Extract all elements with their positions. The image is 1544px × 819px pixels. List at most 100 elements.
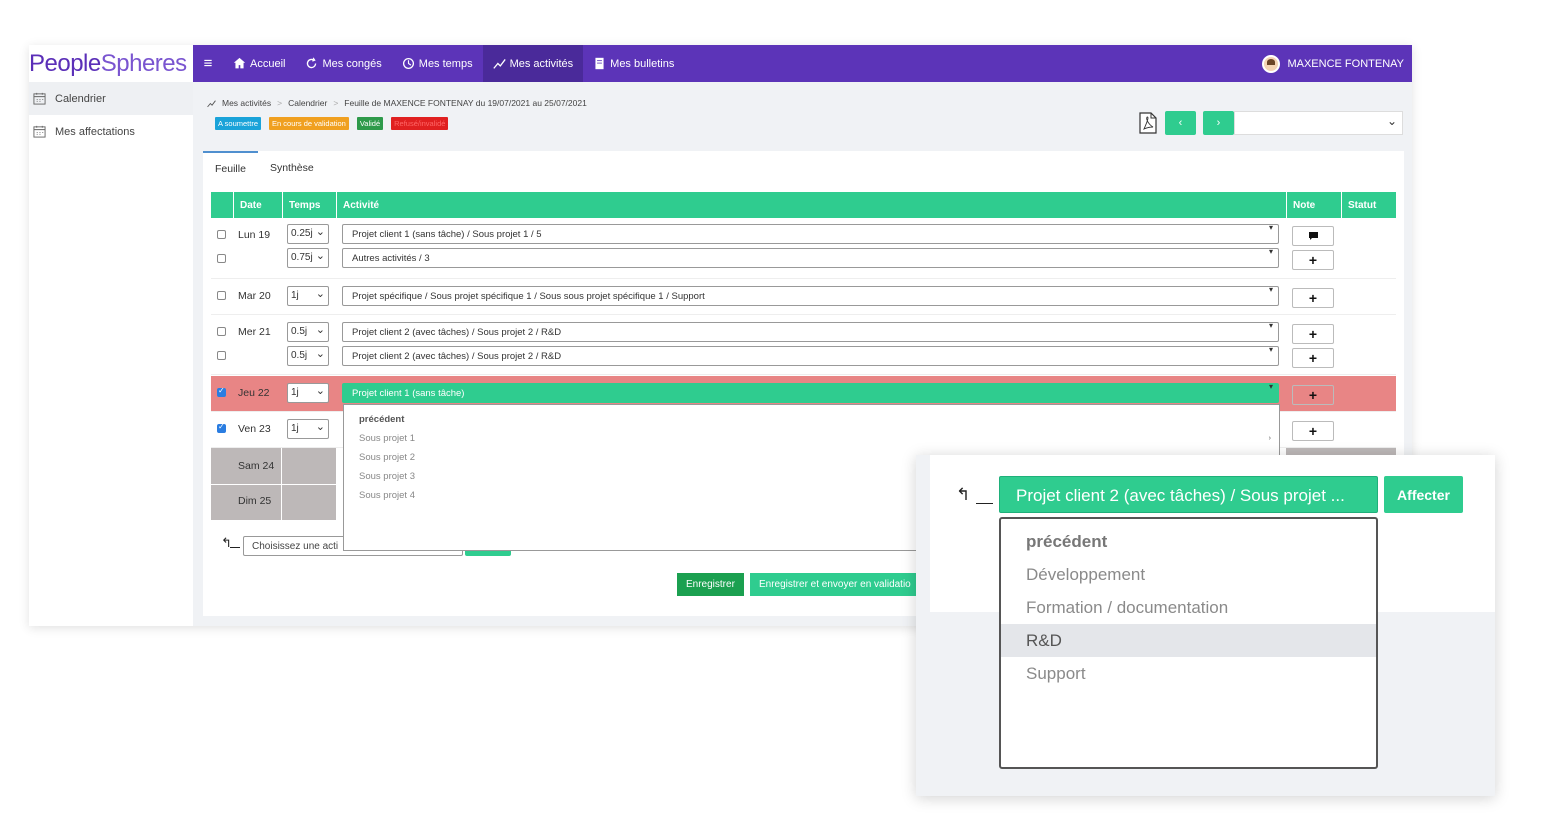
add-note-button[interactable]: +	[1292, 250, 1334, 270]
time-select[interactable]: 0.25j	[287, 224, 329, 244]
week-select[interactable]	[1234, 111, 1403, 135]
column-date: Date	[233, 192, 282, 218]
return-arrow-icon[interactable]: ↰	[956, 485, 970, 505]
day-label: Dim 25	[238, 495, 272, 507]
affecter-button[interactable]: Affecter	[1384, 476, 1463, 513]
nav-mes-activites[interactable]: Mes activités	[482, 45, 584, 82]
save-button[interactable]: Enregistrer	[677, 573, 744, 596]
breadcrumb-current: Feuille de MAXENCE FONTENAY du 19/07/202…	[344, 98, 587, 108]
activity-select[interactable]: Projet spécifique / Sous projet spécifiq…	[342, 286, 1279, 306]
previous-week-button[interactable]: ‹	[1165, 111, 1196, 135]
day-label: Jeu 22	[238, 387, 270, 399]
status-badge: A soumettre	[215, 117, 262, 130]
time-select[interactable]: 1j	[287, 383, 329, 403]
chart-line-icon	[207, 99, 216, 107]
breadcrumb-activites[interactable]: Mes activités	[222, 98, 271, 108]
time-select[interactable]: 0.5j	[287, 322, 329, 342]
plus-icon: +	[1308, 350, 1318, 366]
breadcrumb-calendrier[interactable]: Calendrier	[288, 98, 327, 108]
add-note-button[interactable]: +	[1292, 324, 1334, 344]
chevron-right-icon: ›	[1268, 435, 1271, 442]
day-label: Ven 23	[238, 423, 271, 435]
add-note-button[interactable]: +	[1292, 421, 1334, 441]
return-arrow-icon[interactable]: ↰	[221, 535, 232, 551]
plus-icon: +	[1308, 252, 1318, 268]
time-select[interactable]: 1j	[287, 286, 329, 306]
activity-select[interactable]: Autres activités / 3	[342, 248, 1279, 268]
sidebar-item-calendrier[interactable]: Calendrier	[29, 82, 193, 115]
dropdown-item-highlighted[interactable]: R&D	[1001, 624, 1376, 657]
activity-select[interactable]: Projet client 2 (avec tâches) / Sous pro…	[342, 322, 1279, 342]
plus-icon: +	[1308, 326, 1318, 342]
avatar	[1262, 54, 1281, 73]
user-menu[interactable]: MAXENCE FONTENAY	[1262, 54, 1412, 73]
next-week-button[interactable]: ›	[1203, 111, 1234, 135]
activity-select[interactable]: Projet client 2 (avec tâches) / Sous pro…	[342, 346, 1279, 366]
status-badge: En cours de validation	[269, 117, 349, 130]
status-legend: A soumettre En cours de validation Valid…	[215, 117, 449, 130]
nav-mes-temps[interactable]: Mes temps	[392, 45, 483, 82]
row-checkbox[interactable]	[217, 327, 226, 336]
comment-icon	[1308, 232, 1318, 240]
add-note-button[interactable]: +	[1292, 385, 1334, 405]
dropdown-item[interactable]: Support	[1001, 657, 1376, 690]
row-checkbox[interactable]	[217, 291, 226, 300]
dropdown-item-back[interactable]: précédent	[344, 410, 1279, 429]
row-checkbox[interactable]	[217, 254, 226, 263]
column-activite: Activité	[336, 192, 1286, 218]
activity-select[interactable]: Projet client 1 (sans tâche) / Sous proj…	[342, 224, 1279, 244]
chart-line-icon	[492, 59, 506, 69]
row-checkbox-checked[interactable]	[217, 422, 226, 433]
note-comment-button[interactable]	[1292, 226, 1334, 246]
task-dropdown: précédent Développement Formation / docu…	[999, 517, 1378, 769]
clock-icon	[402, 57, 414, 70]
nav-mes-bulletins[interactable]: Mes bulletins	[583, 45, 684, 82]
top-navbar: ≡ Accueil Mes congés Mes temps Mes activ…	[193, 45, 1412, 82]
dropdown-item[interactable]: Sous projet 1 ›	[344, 429, 1279, 448]
save-and-send-button[interactable]: Enregistrer et envoyer en validatio	[750, 573, 920, 596]
table-header: Date Temps Activité Note Statut	[211, 192, 1396, 218]
dropdown-item[interactable]: Développement	[1001, 558, 1376, 591]
day-label: Sam 24	[238, 460, 275, 472]
calendar-icon	[33, 125, 46, 138]
day-label: Mer 21	[238, 326, 271, 338]
plus-icon: +	[1308, 423, 1318, 439]
breadcrumb: Mes activités > Calendrier > Feuille de …	[207, 98, 587, 108]
row-checkbox[interactable]	[217, 230, 226, 239]
nav-accueil[interactable]: Accueil	[223, 45, 295, 82]
calendar-icon	[33, 92, 46, 105]
row-checkbox-checked[interactable]	[217, 386, 226, 397]
column-statut: Statut	[1341, 192, 1396, 218]
time-select[interactable]: 0.5j	[287, 346, 329, 366]
column-note: Note	[1286, 192, 1341, 218]
day-label: Lun 19	[238, 229, 271, 241]
activity-select-zoomed[interactable]: Projet client 2 (avec tâches) / Sous pro…	[999, 476, 1378, 513]
add-note-button[interactable]: +	[1292, 288, 1334, 308]
tab-synthese[interactable]: Synthèse	[258, 151, 326, 185]
time-select[interactable]: 1j	[287, 419, 329, 439]
time-select[interactable]: 0.75j	[287, 248, 329, 268]
table-row: Lun 19 0.25j Projet client 1 (sans tâche…	[211, 221, 1396, 279]
dropdown-item[interactable]: Formation / documentation	[1001, 591, 1376, 624]
tab-bar: Feuille Synthèse	[203, 151, 326, 185]
pdf-icon[interactable]	[1138, 112, 1158, 134]
menu-icon[interactable]: ≡	[193, 55, 223, 72]
row-checkbox[interactable]	[217, 351, 226, 360]
sidebar-item-mes-affectations[interactable]: Mes affectations	[29, 115, 193, 148]
add-note-button[interactable]: +	[1292, 348, 1334, 368]
nav-mes-conges[interactable]: Mes congés	[295, 45, 391, 82]
refresh-icon	[307, 57, 317, 69]
plus-icon: +	[1308, 387, 1318, 403]
column-temps: Temps	[282, 192, 336, 218]
status-badge: Refusé/invalidé	[391, 117, 449, 130]
table-row: Mer 21 0.5j Projet client 2 (avec tâches…	[211, 315, 1396, 375]
week-toolbar: ‹ ›	[1138, 111, 1403, 135]
tab-feuille[interactable]: Feuille	[203, 151, 258, 185]
status-badge: Validé	[356, 117, 384, 130]
activity-select-open[interactable]: Projet client 1 (sans tâche)	[342, 383, 1279, 403]
dropdown-item-back[interactable]: précédent	[1001, 525, 1376, 558]
document-icon	[595, 57, 604, 70]
home-icon	[233, 57, 246, 69]
day-label: Mar 20	[238, 290, 271, 302]
app-logo[interactable]: PeopleSpheres	[29, 45, 193, 82]
